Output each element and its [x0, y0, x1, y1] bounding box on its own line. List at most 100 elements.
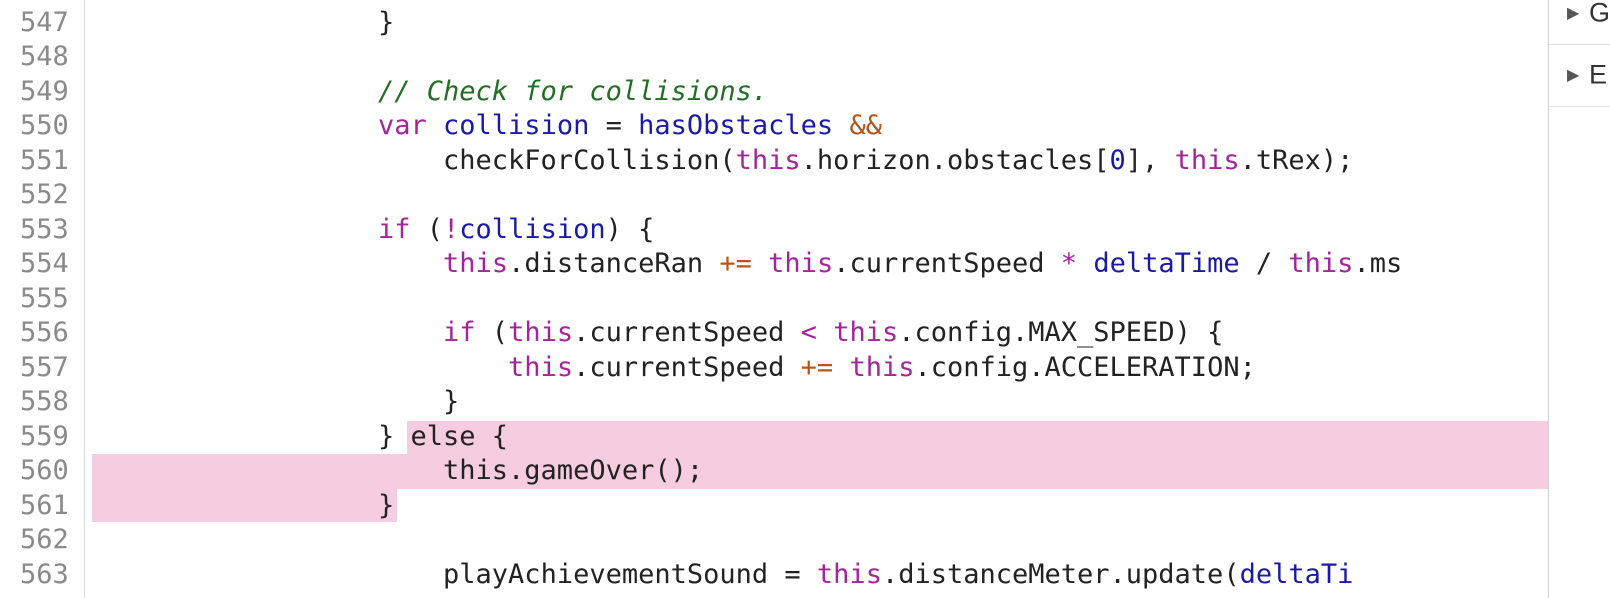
code-line[interactable]: var collision = hasObstacles &&	[378, 109, 882, 144]
code-token: &&	[849, 110, 882, 141]
code-line[interactable]: playAchievementSound = this.distanceMete…	[378, 558, 1353, 593]
side-panel-row[interactable]: ▶ E	[1549, 44, 1610, 107]
code-token: =	[589, 110, 639, 141]
code-token: this	[816, 558, 882, 590]
line-number: 550	[20, 110, 69, 141]
code-token: ) {	[605, 213, 655, 245]
code-token: .distanceMeter.update(	[881, 558, 1240, 590]
triangle-right-icon: ▶	[1567, 5, 1580, 22]
code-token: this	[508, 351, 574, 383]
code-token: (	[410, 213, 444, 245]
line-number: 549	[20, 75, 69, 107]
side-panel: ▶ G ▶ E	[1548, 0, 1610, 598]
line-number-gutter: 547 548 549 550 551 552 553 554 555 556 557 558 559 5…	[0, 0, 85, 598]
code-token: playAchievementSound	[443, 558, 769, 590]
code-line[interactable]: }	[378, 385, 459, 420]
line-number: 557	[20, 351, 69, 383]
line-number: 553	[20, 213, 69, 245]
line-number: 558	[20, 386, 69, 417]
code-token: .distanceRan	[508, 248, 720, 279]
code-token: this	[443, 248, 509, 279]
code-token: deltaTi	[1239, 558, 1354, 590]
side-panel-row[interactable]: ▶ G	[1549, 0, 1610, 45]
code-token: +=	[719, 248, 752, 279]
selection-highlight	[92, 488, 398, 522]
code-token: .currentSpeed	[833, 248, 1061, 279]
code-line[interactable]: this.distanceRan += this.currentSpeed * …	[378, 247, 1402, 282]
code-token: !	[443, 213, 460, 245]
code-token: }	[378, 6, 395, 38]
code-token: .currentSpeed	[573, 351, 801, 383]
code-token: .currentSpeed	[573, 317, 801, 348]
code-token: +=	[800, 351, 834, 383]
code-line[interactable]: if (this.currentSpeed < this.config.MAX_…	[378, 316, 1223, 351]
code-token: .config.ACCELERATION;	[914, 351, 1256, 383]
code-line[interactable]: // Check for collisions.	[378, 75, 768, 110]
line-number: 548	[20, 41, 69, 72]
code-token: checkForCollision(	[378, 144, 736, 176]
code-token: this.gameOver();	[378, 455, 704, 486]
code-line[interactable]: if (!collision) {	[378, 213, 654, 248]
code-area[interactable]: } // Check for collisions. var collision =…	[84, 0, 1548, 598]
code-token: if	[443, 317, 476, 348]
code-token: } else {	[378, 420, 509, 452]
line-number: 556	[20, 317, 69, 348]
code-token: if	[378, 213, 411, 245]
code-token: }	[378, 386, 460, 417]
code-token: /	[1239, 248, 1289, 279]
line-number: 563	[20, 558, 69, 590]
code-token: this	[1174, 144, 1240, 176]
triangle-right-icon: ▶	[1567, 67, 1580, 84]
code-token: .config.MAX_SPEED) {	[898, 317, 1224, 348]
side-panel-row-label: G	[1589, 0, 1610, 28]
line-number: 562	[20, 524, 69, 555]
code-token: collision	[443, 110, 590, 141]
code-token: hasObstacles	[638, 110, 834, 141]
side-panel-row-label: E	[1589, 59, 1608, 90]
line-number: 560	[20, 455, 69, 486]
code-line[interactable]: checkForCollision(this.horizon.obstacles…	[378, 144, 1353, 179]
code-token: *	[1060, 248, 1078, 279]
line-number: 551	[20, 144, 69, 176]
code-line[interactable]: }	[378, 6, 394, 41]
code-token: var	[378, 110, 444, 141]
code-token: .ms	[1353, 248, 1403, 279]
code-token: this	[833, 317, 899, 348]
code-token: this	[768, 248, 834, 279]
line-number: 554	[20, 248, 69, 279]
code-token: .tRex);	[1239, 144, 1354, 176]
selection-highlight	[406, 420, 1548, 455]
code-token: deltaTime	[1093, 248, 1240, 279]
code-editor[interactable]: 547 548 549 550 551 552 553 554 555 556 557 558 559 5…	[0, 0, 1548, 598]
line-number: 552	[20, 179, 69, 210]
code-token: <	[800, 317, 817, 348]
code-line[interactable]: this.gameOver();	[378, 454, 703, 489]
code-line[interactable]: }	[378, 489, 394, 524]
code-token: 0	[1109, 144, 1126, 176]
code-token: this	[508, 317, 574, 348]
code-token: .horizon.obstacles[	[800, 144, 1110, 176]
code-token: ],	[1125, 144, 1175, 176]
code-line[interactable]: } else {	[378, 420, 508, 455]
code-token: this	[735, 144, 801, 176]
code-line[interactable]: this.currentSpeed += this.config.ACCELER…	[378, 351, 1256, 386]
code-token: =	[768, 558, 817, 590]
code-token: }	[378, 489, 395, 521]
line-number: 559	[20, 420, 69, 452]
code-token: (	[475, 317, 509, 348]
code-token: // Check for collisions.	[378, 75, 769, 107]
code-token: this	[1288, 248, 1354, 279]
line-number: 547	[20, 6, 69, 38]
line-number: 561	[20, 489, 69, 521]
code-token: collision	[459, 213, 606, 245]
selection-highlight	[92, 454, 1548, 489]
